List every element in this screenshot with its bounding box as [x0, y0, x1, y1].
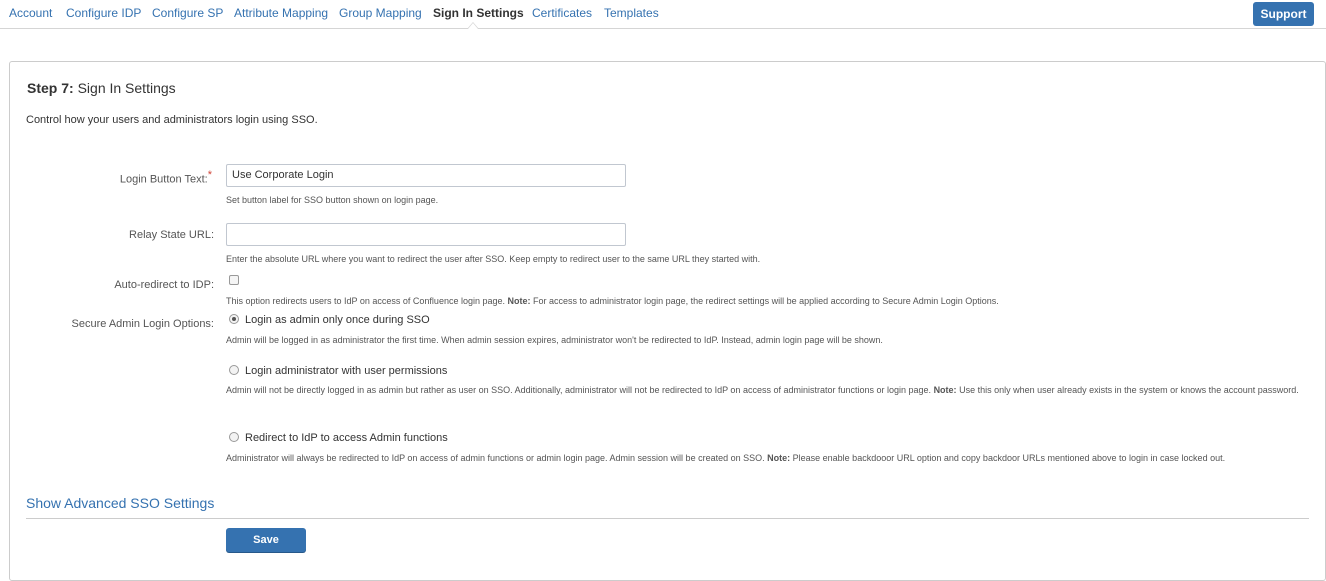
auto-redirect-help: This option redirects users to IdP on ac… [226, 296, 999, 306]
option-help-detail: Use this only when user already exists i… [959, 385, 1299, 395]
login-button-text-label: Login Button Text:* [12, 169, 212, 186]
active-tab-indicator [467, 22, 479, 29]
tab-templates[interactable]: Templates [604, 0, 659, 28]
secure-admin-label: Secure Admin Login Options: [71, 318, 214, 330]
option-help-note: Note: [933, 385, 957, 395]
auto-redirect-help-detail: For access to administrator login page, … [533, 296, 999, 306]
auto-redirect-label: Auto-redirect to IDP: [114, 279, 214, 291]
step-number: Step 7: [27, 80, 74, 96]
show-advanced-sso-settings-link[interactable]: Show Advanced SSO Settings [26, 495, 214, 511]
required-marker: * [207, 169, 212, 181]
radio-login-admin-user-permissions[interactable] [229, 365, 239, 375]
save-button[interactable]: Save [226, 528, 306, 552]
relay-state-url-help: Enter the absolute URL where you want to… [226, 254, 761, 264]
login-button-text-input[interactable]: Use Corporate Login [226, 164, 626, 187]
tab-certificates[interactable]: Certificates [532, 0, 592, 28]
auto-redirect-help-note: Note: [507, 296, 531, 306]
radio-login-admin-user-permissions-help: Admin will not be directly logged in as … [226, 383, 1306, 398]
support-button[interactable]: Support [1253, 2, 1314, 26]
option-help-text: Admin will not be directly logged in as … [226, 385, 932, 395]
option-help-text: Administrator will always be redirected … [226, 453, 765, 463]
step-title: Sign In Settings [77, 80, 176, 96]
tab-configure-sp[interactable]: Configure SP [152, 0, 223, 28]
login-button-text-help: Set button label for SSO button shown on… [226, 195, 439, 205]
step-description: Control how your users and administrator… [26, 114, 318, 126]
tab-account[interactable]: Account [9, 0, 52, 28]
radio-redirect-idp-admin-label[interactable]: Redirect to IdP to access Admin function… [245, 432, 448, 444]
radio-redirect-idp-admin[interactable] [229, 432, 239, 442]
tab-configure-idp[interactable]: Configure IDP [66, 0, 141, 28]
option-help-note: Note: [767, 453, 791, 463]
tab-group-mapping[interactable]: Group Mapping [339, 0, 422, 28]
relay-state-url-input[interactable] [226, 223, 626, 246]
radio-login-admin-user-permissions-label[interactable]: Login administrator with user permission… [245, 365, 447, 377]
tab-attribute-mapping[interactable]: Attribute Mapping [234, 0, 328, 28]
auto-redirect-checkbox[interactable] [229, 275, 239, 285]
auto-redirect-help-text: This option redirects users to IdP on ac… [226, 296, 505, 306]
page-title: Step 7: Sign In Settings [27, 80, 176, 96]
section-divider [26, 518, 1309, 519]
radio-login-admin-once-label[interactable]: Login as admin only once during SSO [245, 314, 430, 326]
top-navigation: Account Configure IDP Configure SP Attri… [0, 0, 1326, 29]
option-help-detail: Please enable backdooor URL option and c… [792, 453, 1226, 463]
radio-login-admin-once-help: Admin will be logged in as administrator… [226, 335, 883, 345]
login-button-text-label-text: Login Button Text: [119, 173, 208, 186]
radio-login-admin-once[interactable] [229, 314, 239, 324]
radio-redirect-idp-admin-help: Administrator will always be redirected … [226, 453, 1225, 463]
relay-state-url-label: Relay State URL: [129, 229, 214, 241]
